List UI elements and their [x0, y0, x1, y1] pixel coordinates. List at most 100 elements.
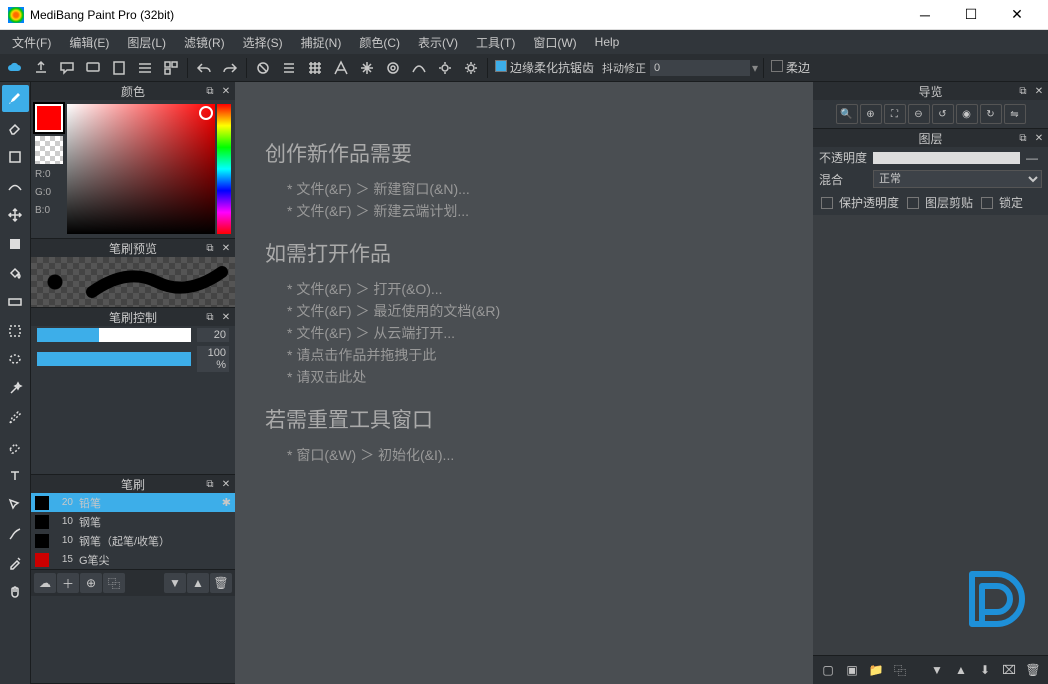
snap-perspective-icon[interactable]: [328, 55, 354, 81]
nav-zoom-icon[interactable]: 🔍: [836, 104, 858, 124]
brush-row[interactable]: 20铅笔✱: [31, 493, 235, 512]
operation-tool[interactable]: [2, 491, 29, 518]
snap-curve-icon[interactable]: [406, 55, 432, 81]
shake-correction-input[interactable]: [650, 60, 750, 76]
layer-folder-icon[interactable]: 📁: [865, 660, 887, 680]
snap-vanish-icon[interactable]: [432, 55, 458, 81]
layer-new-icon[interactable]: ▢: [817, 660, 839, 680]
menu-help[interactable]: Help: [587, 33, 628, 51]
snap-radial-icon[interactable]: [354, 55, 380, 81]
layer-up-icon[interactable]: ▲: [950, 660, 972, 680]
brush-addgroup-icon[interactable]: ⊕: [80, 573, 102, 593]
snap-circle-icon[interactable]: [380, 55, 406, 81]
eraser-tool[interactable]: [2, 114, 29, 141]
background-color[interactable]: [35, 136, 63, 164]
brush-row[interactable]: 15G笔尖: [31, 550, 235, 569]
protect-alpha-checkbox[interactable]: [821, 197, 833, 209]
opacity-slider[interactable]: [873, 152, 1020, 164]
brush-row[interactable]: 10钢笔（起笔/收笔）: [31, 531, 235, 550]
menu-edit[interactable]: 编辑(E): [61, 32, 117, 53]
color-picker-area[interactable]: [67, 104, 215, 234]
popout-icon[interactable]: ⧉: [203, 477, 217, 491]
brush-down-icon[interactable]: ▼: [164, 573, 186, 593]
menu-select[interactable]: 选择(S): [235, 32, 291, 53]
selectpen-tool[interactable]: [2, 404, 29, 431]
redo-icon[interactable]: [217, 55, 243, 81]
snap-parallel-icon[interactable]: [276, 55, 302, 81]
hand-tool[interactable]: [2, 578, 29, 605]
close-panel-icon[interactable]: ✕: [219, 477, 233, 491]
popout-icon[interactable]: ⧉: [1016, 131, 1030, 145]
snap-grid-icon[interactable]: [302, 55, 328, 81]
materials-icon[interactable]: [158, 55, 184, 81]
nav-zoomin-icon[interactable]: ⊕: [860, 104, 882, 124]
brush-tool[interactable]: [2, 85, 29, 112]
maximize-button[interactable]: ☐: [948, 0, 994, 30]
close-button[interactable]: ✕: [994, 0, 1040, 30]
canvas-area[interactable]: 创作新作品需要 文件(&F) ＞ 新建窗口(&N)... 文件(&F) ＞ 新建…: [235, 82, 813, 684]
fill-tool[interactable]: [2, 230, 29, 257]
divide-tool[interactable]: [2, 520, 29, 547]
lock-checkbox[interactable]: [981, 197, 993, 209]
nav-zoomout-icon[interactable]: ⊖: [908, 104, 930, 124]
menu-color[interactable]: 颜色(C): [351, 32, 408, 53]
lasso-tool[interactable]: [2, 346, 29, 373]
brush-size-value[interactable]: 20: [197, 328, 229, 342]
selecterase-tool[interactable]: [2, 433, 29, 460]
hue-slider[interactable]: [217, 104, 231, 234]
dot-tool[interactable]: [2, 172, 29, 199]
brush-cloud-icon[interactable]: ☁: [34, 573, 56, 593]
clipping-checkbox[interactable]: [907, 197, 919, 209]
menu-tool[interactable]: 工具(T): [468, 32, 523, 53]
page-icon[interactable]: [106, 55, 132, 81]
bucket-tool[interactable]: [2, 259, 29, 286]
brush-delete-icon[interactable]: 🗑: [210, 573, 232, 593]
blend-mode-select[interactable]: 正常: [873, 170, 1042, 188]
close-panel-icon[interactable]: ✕: [219, 241, 233, 255]
nav-flip-icon[interactable]: ⇋: [1004, 104, 1026, 124]
move-tool[interactable]: [2, 201, 29, 228]
nav-rotright-icon[interactable]: ↻: [980, 104, 1002, 124]
layer-new2-icon[interactable]: ▣: [841, 660, 863, 680]
layer-delete-icon[interactable]: 🗑: [1022, 660, 1044, 680]
softedge-checkbox[interactable]: [771, 60, 783, 72]
nav-fit-icon[interactable]: ⛶: [884, 104, 906, 124]
brush-duplicate-icon[interactable]: ⿻: [103, 573, 125, 593]
layer-list[interactable]: [813, 215, 1048, 655]
layer-clear-icon[interactable]: ⌧: [998, 660, 1020, 680]
popout-icon[interactable]: ⧉: [203, 84, 217, 98]
layer-down-icon[interactable]: ▼: [926, 660, 948, 680]
eyedropper-tool[interactable]: [2, 549, 29, 576]
nav-rotleft-icon[interactable]: ↺: [932, 104, 954, 124]
snap-settings-icon[interactable]: [458, 55, 484, 81]
popout-icon[interactable]: ⧉: [1016, 84, 1030, 98]
text-tool[interactable]: [2, 462, 29, 489]
layer-merge-icon[interactable]: ⬇: [974, 660, 996, 680]
close-panel-icon[interactable]: ✕: [219, 84, 233, 98]
brush-up-icon[interactable]: ▲: [187, 573, 209, 593]
select-rect-tool[interactable]: [2, 317, 29, 344]
close-panel-icon[interactable]: ✕: [1032, 84, 1046, 98]
menu-layer[interactable]: 图层(L): [119, 32, 174, 53]
close-panel-icon[interactable]: ✕: [219, 310, 233, 324]
brush-size-slider[interactable]: [37, 328, 191, 342]
cloud-icon[interactable]: [2, 55, 28, 81]
popout-icon[interactable]: ⧉: [203, 241, 217, 255]
close-panel-icon[interactable]: ✕: [1032, 131, 1046, 145]
minimize-button[interactable]: ─: [902, 0, 948, 30]
shape-tool[interactable]: [2, 143, 29, 170]
menu-view[interactable]: 表示(V): [410, 32, 466, 53]
brush-row[interactable]: 10钢笔: [31, 512, 235, 531]
menu-window[interactable]: 窗口(W): [525, 32, 584, 53]
popout-icon[interactable]: ⧉: [203, 310, 217, 324]
list-icon[interactable]: [132, 55, 158, 81]
menu-filter[interactable]: 滤镜(R): [176, 32, 233, 53]
brush-opacity-value[interactable]: 100 %: [197, 346, 229, 372]
brush-add-icon[interactable]: ＋: [57, 573, 79, 593]
chat-icon[interactable]: [80, 55, 106, 81]
brush-settings-icon[interactable]: ✱: [222, 496, 231, 509]
brush-opacity-slider[interactable]: [37, 352, 191, 366]
share-icon[interactable]: [28, 55, 54, 81]
foreground-color[interactable]: [35, 104, 63, 132]
antialias-checkbox[interactable]: [495, 60, 507, 72]
